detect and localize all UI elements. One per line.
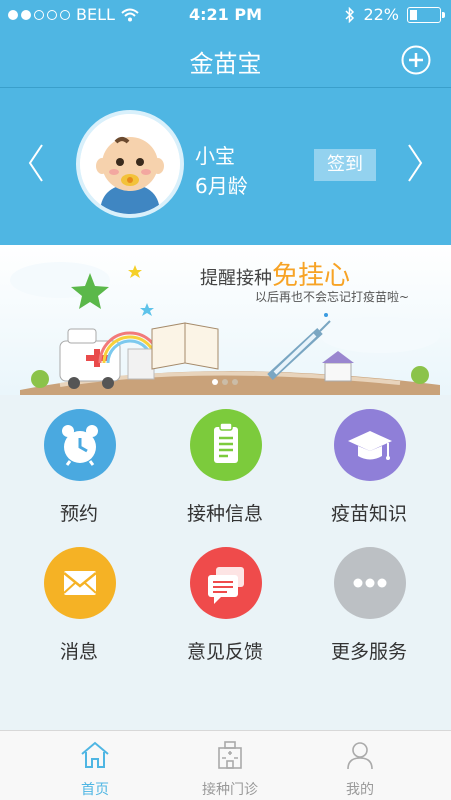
service-label: 预约 [59,503,98,525]
service-icon-bg [334,547,406,619]
tab-label: 我的 [346,782,374,798]
service-appointment[interactable]: 预约 [4,409,154,549]
baby-name: 小宝 [195,144,235,168]
service-icon-bg [190,547,262,619]
service-icon-bg [44,547,116,619]
page-dot[interactable] [212,379,218,385]
chat-bubbles-icon [208,567,244,604]
service-label: 接种信息 [186,503,263,525]
checkin-button[interactable]: 签到 [314,149,376,181]
page-title: 金苗宝 [189,50,262,78]
nav-bar: 金苗宝 [0,30,451,88]
service-icon-bg [334,409,406,481]
banner-subtitle: 以后再也不会忘记打疫苗啦~ [255,290,410,304]
clipboard-icon [214,422,238,463]
baby-avatar-icon [80,114,180,214]
tab-label: 首页 [81,782,109,798]
status-bar-right: 22% [345,5,445,24]
alarm-clock-icon [62,425,98,466]
plus-circle-icon[interactable] [401,45,431,75]
page-dot[interactable] [222,379,228,385]
tab-clinic[interactable]: 接种门诊 [155,731,305,800]
envelope-icon [63,571,97,595]
tab-label: 接种门诊 [202,782,258,798]
hospital-icon [218,741,242,769]
baby-profile-card: 小宝 6月龄 签到 [0,88,451,245]
service-label: 消息 [59,641,98,663]
banner-title: 提醒接种免挂心 [200,255,350,292]
service-feedback[interactable]: 意见反馈 [150,547,300,687]
page-dot[interactable] [232,379,238,385]
service-vaccination-info[interactable]: 接种信息 [150,409,300,549]
tab-profile[interactable]: 我的 [285,731,435,800]
service-grid: 预约 接种信息 疫苗知识 消息 意见反馈 更多服务 [0,395,451,730]
service-label: 更多服务 [330,641,407,663]
banner-title-highlight: 免挂心 [272,261,351,291]
service-label: 疫苗知识 [330,503,407,525]
banner-page-indicator[interactable] [212,379,238,385]
tab-home[interactable]: 首页 [20,731,170,800]
service-messages[interactable]: 消息 [4,547,154,687]
avatar[interactable] [76,110,184,218]
banner-title-prefix: 提醒接种 [200,268,272,289]
bluetooth-icon [345,6,355,23]
chevron-left-icon[interactable] [26,143,46,183]
more-dots-icon [353,578,387,588]
graduation-cap-icon [348,431,392,460]
service-icon-bg [190,409,262,481]
service-label: 意见反馈 [186,641,263,663]
service-more[interactable]: 更多服务 [294,547,444,687]
home-icon [81,741,109,768]
status-bar: BELL 4:21 PM 22% [0,0,451,30]
battery-percent: 22% [363,5,399,24]
baby-age: 6月龄 [195,174,248,198]
chevron-right-icon[interactable] [405,143,425,183]
tab-bar: 首页 接种门诊 我的 [0,730,451,800]
user-icon [347,742,373,770]
service-icon-bg [44,409,116,481]
service-vaccine-knowledge[interactable]: 疫苗知识 [294,409,444,549]
battery-icon [407,6,445,23]
promo-banner[interactable]: 提醒接种免挂心 以后再也不会忘记打疫苗啦~ [0,245,451,395]
